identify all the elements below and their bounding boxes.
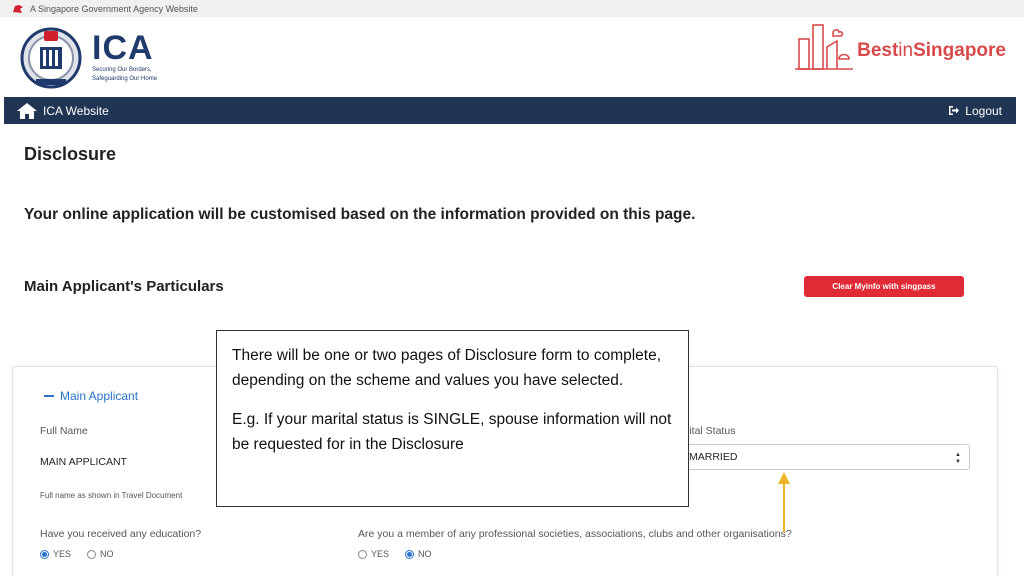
- member-question: Are you a member of any professional soc…: [358, 528, 792, 540]
- education-yes-radio[interactable]: [40, 549, 49, 559]
- ica-tagline-2: Safeguarding Our Home: [92, 76, 158, 82]
- education-radio-group: YES NO: [40, 549, 114, 559]
- main-applicant-toggle[interactable]: Main Applicant: [44, 389, 138, 403]
- select-arrows-icon: ▲ ▼: [955, 452, 961, 465]
- full-name-label: Full Name: [40, 425, 88, 437]
- member-no-label: NO: [418, 549, 432, 559]
- site-header: ICA Securing Our Borders, Safeguarding O…: [0, 17, 1024, 97]
- member-no-radio[interactable]: [405, 549, 415, 559]
- up-arrow-icon: [778, 472, 790, 532]
- gov-banner: A Singapore Government Agency Website: [0, 0, 1024, 17]
- marital-status-select[interactable]: MARRIED ▲ ▼: [666, 444, 970, 470]
- lion-head-icon: [13, 4, 23, 13]
- ica-website-label: ICA Website: [43, 103, 109, 118]
- education-no-radio[interactable]: [87, 549, 97, 559]
- member-yes-label: YES: [371, 549, 390, 559]
- watermark-in: in: [898, 40, 914, 61]
- logout-icon: [949, 106, 960, 115]
- ica-tagline-1: Securing Our Borders,: [92, 67, 152, 73]
- bestinsingapore-watermark: BestinSingapore: [793, 19, 1006, 73]
- gov-banner-text: A Singapore Government Agency Website: [30, 3, 198, 14]
- full-name-hint: Full name as shown in Travel Document: [40, 491, 183, 500]
- watermark-singapore: Singapore: [913, 40, 1006, 61]
- main-applicant-label: Main Applicant: [60, 389, 139, 403]
- member-yes-radio[interactable]: [358, 549, 367, 559]
- clear-myinfo-button[interactable]: Clear Myinfo with singpass: [804, 276, 964, 297]
- education-question: Have you received any education?: [40, 528, 202, 540]
- home-icon: [17, 102, 37, 119]
- ica-crest-icon: [20, 27, 82, 89]
- watermark-best: Best: [857, 40, 899, 61]
- intro-text: Your online application will be customis…: [24, 206, 696, 223]
- ica-wordmark: ICA: [92, 29, 154, 67]
- logout-link[interactable]: Logout: [948, 104, 1002, 118]
- annotation-callout: There will be one or two pages of Disclo…: [216, 330, 689, 507]
- ica-website-link[interactable]: ICA Website: [16, 102, 109, 120]
- member-radio-group: YES NO: [358, 549, 432, 559]
- collapse-minus-icon: [44, 395, 54, 397]
- ica-logo[interactable]: ICA Securing Our Borders, Safeguarding O…: [16, 25, 157, 89]
- city-skyline-icon: [795, 24, 854, 70]
- page-title: Disclosure: [24, 144, 117, 164]
- education-no-label: NO: [100, 549, 114, 559]
- top-navbar: ICA Website Logout: [4, 97, 1016, 124]
- logout-label: Logout: [965, 103, 1002, 118]
- education-yes-label: YES: [53, 549, 72, 559]
- callout-paragraph-2: E.g. If your marital status is SINGLE, s…: [232, 411, 672, 453]
- full-name-value[interactable]: MAIN APPLICANT: [40, 456, 127, 468]
- section-title: Main Applicant's Particulars: [24, 278, 224, 295]
- marital-status-value: MARRIED: [689, 451, 738, 463]
- callout-paragraph-1: There will be one or two pages of Disclo…: [232, 347, 662, 389]
